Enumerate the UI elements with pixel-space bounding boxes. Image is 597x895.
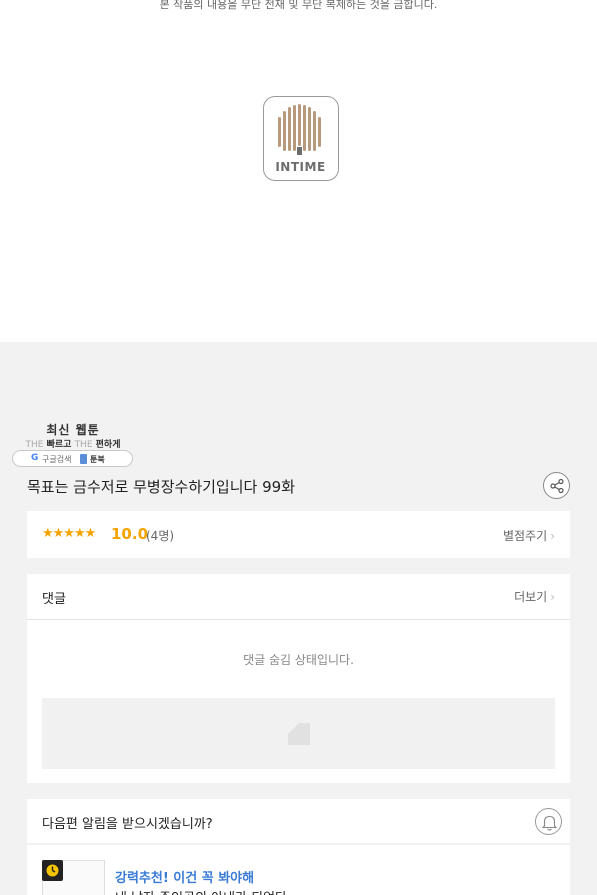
publisher-logo: INTIME — [263, 96, 339, 181]
chevron-right-icon: › — [550, 590, 555, 604]
promo-tagline-prefix: THE — [25, 440, 44, 450]
notify-question: 다음편 알림을 받으시겠습니까? — [42, 817, 213, 832]
promo-tagline-mid: THE — [74, 440, 93, 450]
notify-bell-button[interactable] — [535, 808, 562, 835]
copyright-notice: 본 작품의 내용을 무단 전재 및 무단 복제하는 것을 금합니다. — [159, 0, 438, 11]
promo-tagline: THE 빠르고 THE 편하게 — [12, 437, 134, 450]
ad-placeholder[interactable] — [42, 698, 555, 769]
publisher-logo-text: INTIME — [275, 160, 326, 174]
notify-card: 다음편 알림을 받으시겠습니까? — [27, 799, 570, 843]
promo-headline: 최신 웹툰 — [46, 423, 100, 437]
viewer-end-area: 본 작품의 내용을 무단 전재 및 무단 복제하는 것을 금합니다. INTIM… — [0, 0, 597, 342]
rate-button[interactable]: 별점주기 › — [503, 527, 555, 544]
episode-title: 목표는 금수저로 무병장수하기입니다 99화 — [27, 478, 295, 496]
promo-tagline-word2: 편하게 — [95, 440, 121, 450]
rate-button-label: 별점주기 — [503, 529, 548, 543]
promo-tagline-word1: 빠르고 — [46, 440, 72, 450]
comments-more-label: 더보기 — [514, 590, 548, 604]
recommendation-label: 강력추천! 이건 꼭 봐야해 — [115, 871, 255, 886]
rating-stars: ★★★★★ — [42, 526, 96, 541]
rating-count: (4명) — [146, 529, 175, 543]
promo-search-pill[interactable]: G 구글검색 툰북 — [12, 450, 133, 467]
bell-icon — [541, 815, 558, 831]
comments-hidden-message: 댓글 숨김 상태입니다. — [243, 653, 354, 667]
clock-icon — [46, 864, 59, 877]
clock-badge — [42, 860, 63, 881]
comments-more-button[interactable]: 더보기 › — [514, 588, 555, 605]
chevron-right-icon: › — [550, 529, 555, 543]
recommendation-card[interactable]: 강력추천! 이건 꼭 봐야해 내 남자 주인공의 아내가 되었다 — [27, 845, 570, 895]
google-icon: G — [31, 453, 39, 463]
rating-score: 10.0 — [111, 525, 149, 543]
rating-card: ★★★★★ 10.0 (4명) 별점주기 › — [27, 511, 570, 558]
site-label: 툰북 — [90, 455, 105, 464]
share-icon — [550, 478, 564, 494]
promo-badge[interactable]: 최신 웹툰 THE 빠르고 THE 편하게 G 구글검색 툰북 — [12, 421, 134, 469]
book-icon — [80, 454, 87, 464]
comments-title: 댓글 — [42, 592, 66, 607]
google-search-label: 구글검색 — [42, 455, 72, 464]
share-button[interactable] — [543, 472, 570, 499]
recommendation-title[interactable]: 내 남자 주인공의 아내가 되었다 — [115, 887, 287, 895]
comments-header: 댓글 더보기 › — [27, 574, 570, 620]
image-placeholder-corner — [288, 723, 299, 734]
comments-card: 댓글 더보기 › 댓글 숨김 상태입니다. — [27, 574, 570, 783]
